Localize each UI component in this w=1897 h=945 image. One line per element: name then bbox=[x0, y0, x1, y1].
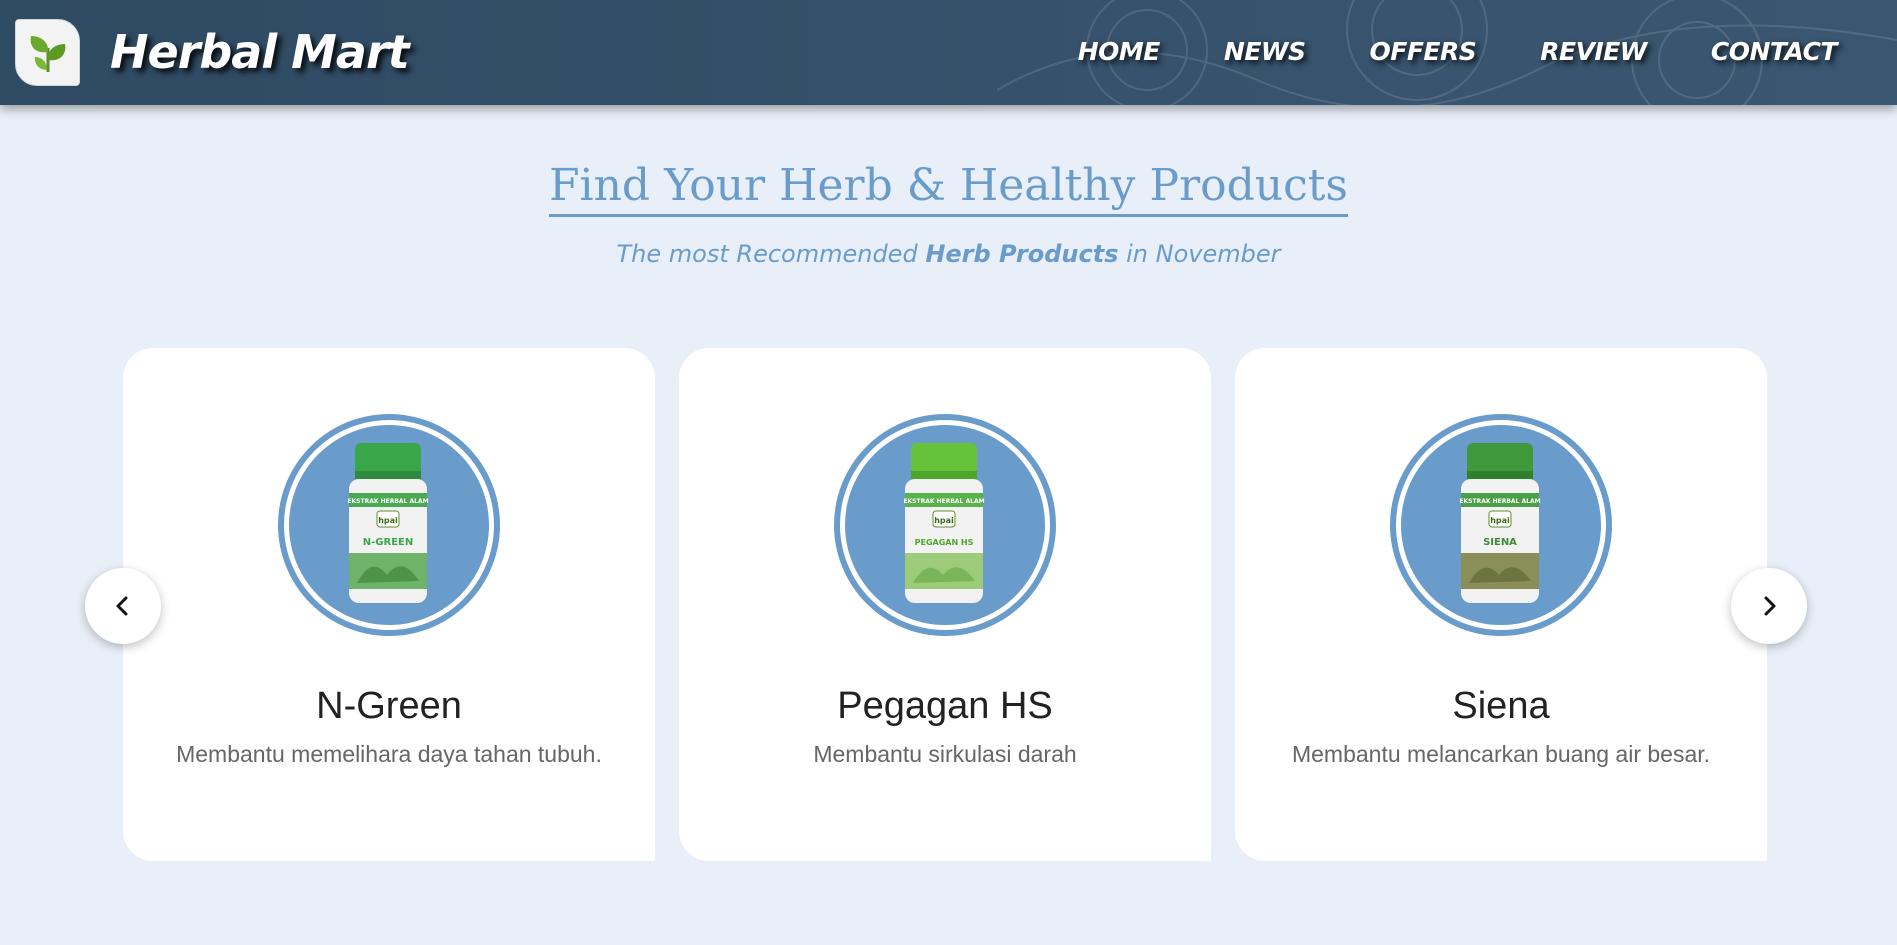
bottle-icon: EKSTRAK HERBAL ALAM hpai N-GREEN bbox=[347, 443, 429, 603]
product-name: Siena bbox=[1452, 685, 1550, 727]
carousel-next-button[interactable] bbox=[1731, 568, 1807, 644]
product-image: EKSTRAK HERBAL ALAM hpai SIENA bbox=[1401, 425, 1601, 625]
product-image-frame: EKSTRAK HERBAL ALAM hpai SIENA bbox=[1390, 414, 1612, 636]
product-image-frame: EKSTRAK HERBAL ALAM hpai PEGAGAN HS bbox=[834, 414, 1056, 636]
product-description: Membantu memelihara daya tahan tubuh. bbox=[176, 741, 602, 767]
section-title: Find Your Herb & Healthy Products bbox=[548, 158, 1349, 217]
product-image: EKSTRAK HERBAL ALAM hpai PEGAGAN HS bbox=[845, 425, 1045, 625]
nav-review[interactable]: REVIEW bbox=[1540, 32, 1647, 72]
section-heading: Find Your Herb & Healthy Products bbox=[0, 158, 1897, 217]
product-card[interactable]: EKSTRAK HERBAL ALAM hpai N-GREEN N-Green… bbox=[123, 348, 655, 861]
subtitle-prefix: The most Recommended bbox=[616, 240, 926, 268]
bottle-label-text: PEGAGAN HS bbox=[915, 538, 974, 547]
product-description: Membantu melancarkan buang air besar. bbox=[1291, 741, 1711, 767]
bottle-label-text: N-GREEN bbox=[363, 537, 413, 548]
product-card[interactable]: EKSTRAK HERBAL ALAM hpai PEGAGAN HS Pega… bbox=[679, 348, 1211, 861]
leaf-sprout-icon bbox=[30, 35, 65, 72]
logo[interactable] bbox=[15, 19, 80, 86]
nav-home[interactable]: HOME bbox=[1078, 32, 1161, 72]
subtitle-suffix: in November bbox=[1118, 240, 1281, 268]
subtitle-highlight: Herb Products bbox=[925, 240, 1119, 268]
product-card[interactable]: EKSTRAK HERBAL ALAM hpai SIENA Siena Mem… bbox=[1235, 348, 1767, 861]
bottle-icon: EKSTRAK HERBAL ALAM hpai PEGAGAN HS bbox=[903, 443, 985, 603]
nav-offers[interactable]: OFFERS bbox=[1369, 32, 1476, 72]
bottle-maker-text: hpai bbox=[378, 516, 398, 525]
bottle-label-text: SIENA bbox=[1483, 537, 1517, 548]
bottle-band-text: EKSTRAK HERBAL ALAM bbox=[903, 498, 984, 505]
bottle-maker-text: hpai bbox=[934, 516, 954, 525]
section-subtitle: The most Recommended Herb Products in No… bbox=[0, 240, 1897, 268]
product-description: Membantu sirkulasi darah bbox=[813, 741, 1077, 767]
product-image-frame: EKSTRAK HERBAL ALAM hpai N-GREEN bbox=[278, 414, 500, 636]
top-navbar: Herbal Mart HOME NEWS OFFERS REVIEW CONT… bbox=[0, 0, 1897, 105]
product-image: EKSTRAK HERBAL ALAM hpai N-GREEN bbox=[289, 425, 489, 625]
chevron-left-icon bbox=[116, 596, 128, 616]
bottle-maker-text: hpai bbox=[1490, 516, 1510, 525]
product-name: N-Green bbox=[316, 685, 462, 727]
bottle-band-text: EKSTRAK HERBAL ALAM bbox=[1459, 498, 1540, 505]
nav-news[interactable]: NEWS bbox=[1224, 32, 1306, 72]
chevron-right-icon bbox=[1764, 596, 1776, 616]
brand-name[interactable]: Herbal Mart bbox=[110, 20, 410, 84]
bottle-band-text: EKSTRAK HERBAL ALAM bbox=[347, 498, 428, 505]
product-name: Pegagan HS bbox=[837, 685, 1053, 727]
carousel-prev-button[interactable] bbox=[85, 568, 161, 644]
bottle-icon: EKSTRAK HERBAL ALAM hpai SIENA bbox=[1459, 443, 1541, 603]
nav-contact[interactable]: CONTACT bbox=[1711, 32, 1838, 72]
main-nav: HOME NEWS OFFERS REVIEW CONTACT bbox=[1014, 32, 1838, 72]
